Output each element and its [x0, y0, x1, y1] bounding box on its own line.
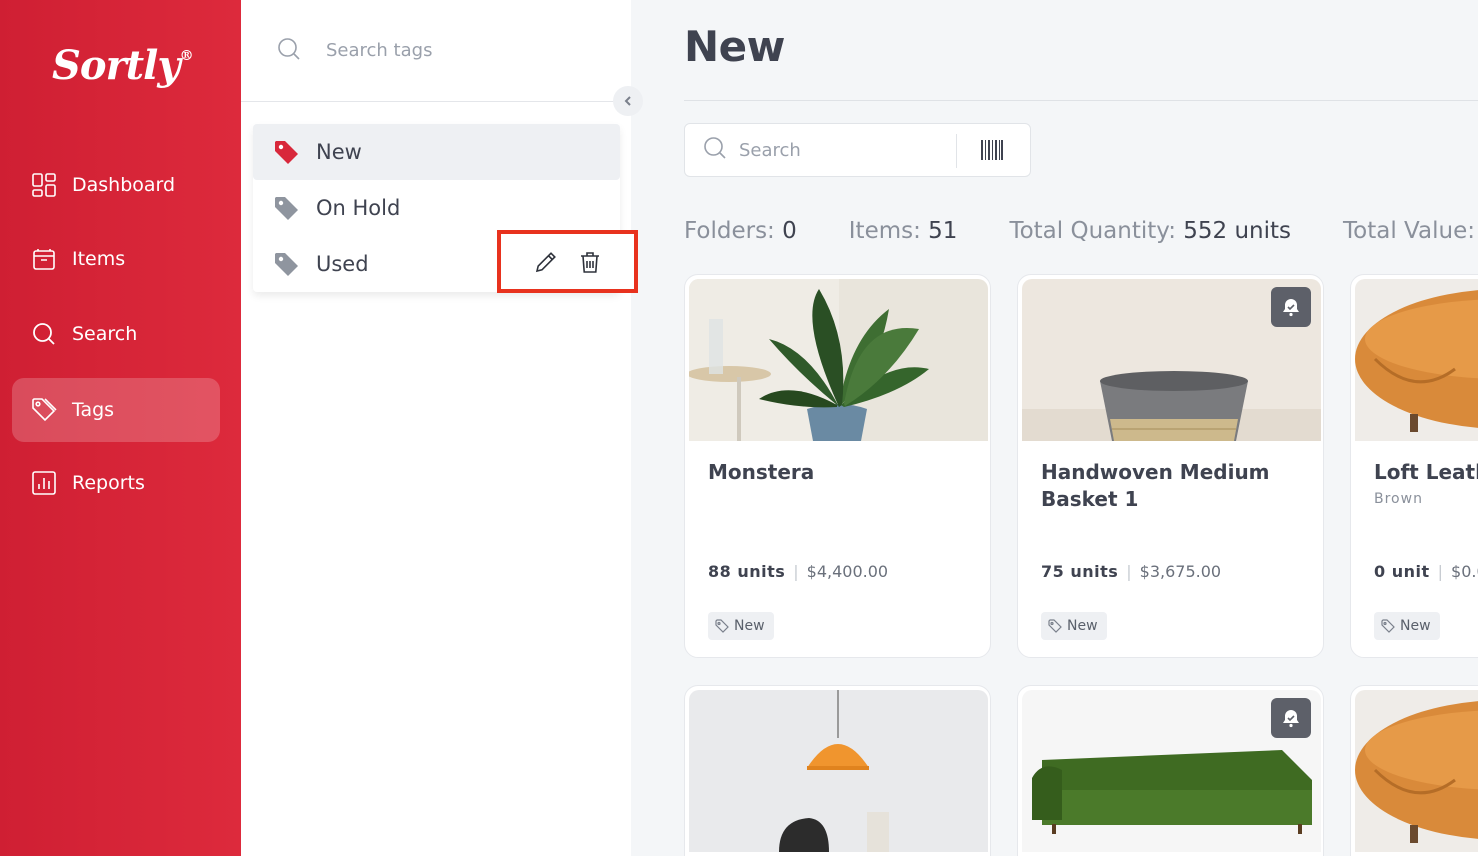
- tag-item-new[interactable]: New: [253, 124, 620, 180]
- stat-total-quantity: Total Quantity: 552 units: [1009, 218, 1292, 244]
- item-card[interactable]: Monstera 88 units | $4,400.00 New: [684, 274, 991, 658]
- tag-chip: New: [1374, 612, 1440, 640]
- items-icon: [31, 246, 57, 272]
- sidebar-item-reports[interactable]: Reports: [12, 451, 220, 515]
- item-search-box: [684, 123, 1031, 177]
- item-card[interactable]: [684, 685, 991, 856]
- item-image-pendant-lamp: [689, 690, 988, 852]
- tag-actions-highlight: [497, 230, 638, 293]
- sidebar-item-label: Search: [72, 323, 138, 345]
- barcode-scan-icon[interactable]: [980, 138, 1004, 166]
- reports-icon: [31, 470, 57, 496]
- sidebar-item-label: Dashboard: [72, 174, 176, 196]
- tag-chip: New: [708, 612, 774, 640]
- stat-items: Items: 51: [848, 218, 958, 244]
- tag-label: Used: [316, 252, 369, 276]
- edit-icon[interactable]: [533, 249, 559, 275]
- stats-bar: Folders: 0 Items: 51 Total Quantity: 552…: [684, 218, 1478, 244]
- item-search-input[interactable]: [739, 139, 929, 161]
- tag-icon: [273, 138, 301, 166]
- sidebar-item-tags[interactable]: Tags: [12, 378, 220, 442]
- item-name: Monstera: [708, 460, 815, 484]
- tag-icon: [273, 194, 301, 222]
- item-meta: 0 unit|$0.0: [1374, 562, 1478, 581]
- sidebar-item-label: Items: [72, 248, 126, 270]
- tag-search-bar: [241, 0, 631, 102]
- stat-total-value: Total Value:: [1343, 218, 1475, 244]
- item-image-monstera: [689, 279, 988, 441]
- divider: [684, 100, 1478, 101]
- sidebar-item-label: Reports: [72, 472, 145, 494]
- app-logo[interactable]: Sortly®: [52, 42, 194, 89]
- sidebar-item-dashboard[interactable]: Dashboard: [12, 153, 220, 217]
- tag-icon: [273, 250, 301, 278]
- search-icon: [277, 37, 301, 65]
- item-name: Loft Leath: [1374, 460, 1478, 484]
- item-meta: 75 units | $3,675.00: [1041, 562, 1222, 581]
- tag-chip: New: [1041, 612, 1107, 640]
- dashboard-icon: [31, 172, 57, 198]
- alert-icon[interactable]: [1271, 287, 1311, 327]
- tag-search-input[interactable]: [326, 40, 606, 61]
- tag-item-on-hold[interactable]: On Hold: [253, 180, 620, 236]
- alert-icon[interactable]: [1271, 698, 1311, 738]
- item-image-ottoman: [1355, 690, 1478, 852]
- search-icon: [31, 321, 57, 347]
- tag-label: New: [316, 140, 362, 164]
- item-subtitle: Brown: [1374, 491, 1423, 507]
- sidebar: Sortly® Dashboard Items Search Tags Repo…: [0, 0, 241, 856]
- item-card[interactable]: [1017, 685, 1324, 856]
- item-name: Handwoven Medium Basket 1: [1041, 460, 1270, 511]
- sidebar-item-search[interactable]: Search: [12, 302, 220, 366]
- item-card[interactable]: Handwoven Medium Basket 1 75 units | $3,67…: [1017, 274, 1324, 658]
- sidebar-item-label: Tags: [72, 399, 115, 421]
- tags-icon: [31, 397, 57, 423]
- sidebar-item-items[interactable]: Items: [12, 227, 220, 291]
- search-icon: [703, 136, 727, 164]
- divider: [956, 134, 957, 168]
- trash-icon[interactable]: [577, 249, 603, 275]
- stat-folders: Folders: 0: [684, 218, 797, 244]
- item-image-ottoman: [1355, 279, 1478, 441]
- item-meta: 88 units | $4,400.00: [708, 562, 889, 581]
- main-content: New Folders: 0 Items: 51 Total Quantity:…: [631, 0, 1478, 856]
- page-title: New: [684, 22, 785, 71]
- item-card[interactable]: [1350, 685, 1478, 856]
- item-card[interactable]: Loft Leath Brown 0 unit|$0.0 New: [1350, 274, 1478, 658]
- tag-label: On Hold: [316, 196, 401, 220]
